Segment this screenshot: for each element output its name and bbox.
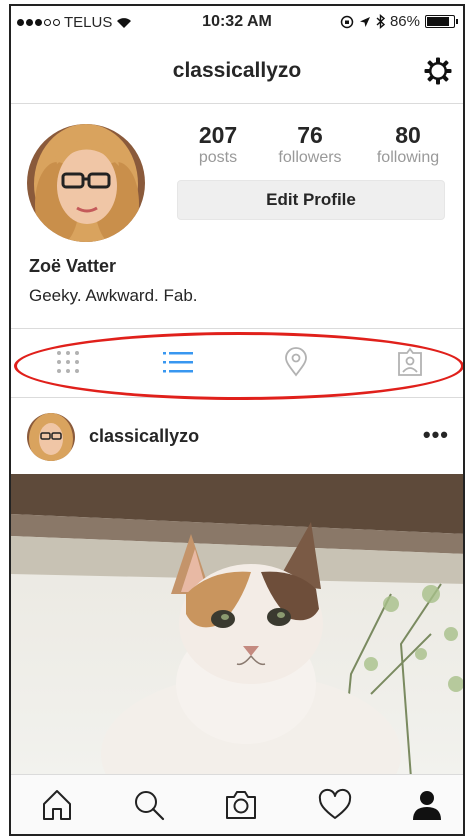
- following-label: following: [376, 149, 440, 166]
- post-author-avatar[interactable]: [27, 413, 75, 461]
- following-count: 80: [395, 122, 421, 148]
- bluetooth-icon: [376, 14, 385, 29]
- bottom-tab-bar: [11, 774, 463, 834]
- post-author-username[interactable]: classicallyzo: [89, 426, 199, 447]
- profile-avatar[interactable]: [27, 124, 145, 242]
- page-title: classicallyzo: [172, 59, 302, 82]
- battery-percent: 86%: [389, 13, 420, 30]
- highlight-annotation: [14, 332, 463, 400]
- battery-icon: [425, 15, 458, 28]
- settings-gear-icon[interactable]: [423, 56, 453, 86]
- phone-screen: TELUS 10:32 AM 86% classicallyzo 207 pos…: [9, 4, 465, 836]
- followers-count: 76: [297, 122, 323, 148]
- profile-name: Zoë Vatter: [29, 256, 117, 276]
- followers-label: followers: [278, 149, 342, 166]
- rotation-lock-icon: [340, 15, 354, 28]
- post-header: classicallyzo •••: [11, 400, 463, 474]
- posts-count: 207: [198, 122, 238, 148]
- posts-label: posts: [198, 149, 238, 166]
- camera-icon[interactable]: [223, 787, 259, 823]
- edit-profile-button[interactable]: Edit Profile: [177, 180, 445, 220]
- status-icons: 86%: [340, 13, 458, 30]
- activity-heart-icon[interactable]: [317, 787, 353, 823]
- location-arrow-icon: [359, 16, 370, 27]
- profile-bio: Geeky. Awkward. Fab.: [29, 286, 198, 305]
- post-image[interactable]: [11, 474, 463, 778]
- stat-posts[interactable]: 207 posts: [173, 122, 263, 168]
- profile-header: classicallyzo: [11, 40, 463, 104]
- profile-person-icon[interactable]: [409, 787, 445, 823]
- status-bar: TELUS 10:32 AM 86%: [11, 6, 463, 40]
- stat-following[interactable]: 80 following: [363, 122, 453, 168]
- search-icon[interactable]: [131, 787, 167, 823]
- stat-followers[interactable]: 76 followers: [265, 122, 355, 168]
- home-icon[interactable]: [39, 787, 75, 823]
- post-options-icon[interactable]: •••: [423, 422, 449, 448]
